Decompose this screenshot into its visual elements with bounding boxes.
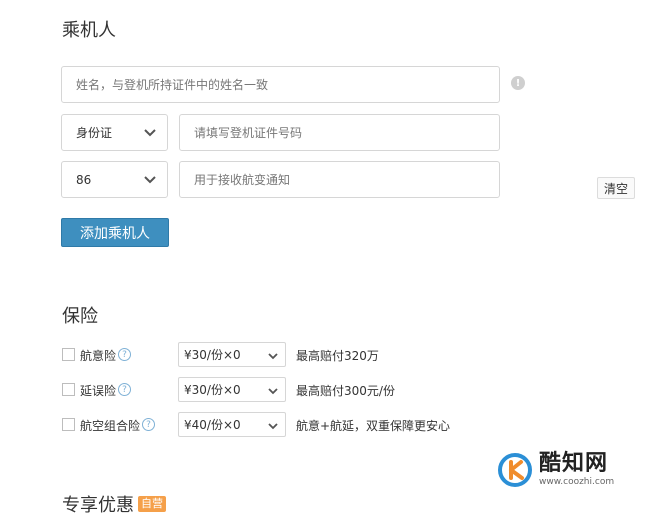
id-number-input[interactable]: 请填写登机证件号码: [179, 114, 500, 151]
phone-input[interactable]: 用于接收航变通知: [179, 161, 500, 198]
id-number-placeholder: 请填写登机证件号码: [194, 126, 303, 140]
offer-title-text: 专享优惠: [62, 495, 134, 516]
insurance-option: ¥30/份×0: [184, 348, 241, 362]
question-icon[interactable]: ?: [118, 383, 131, 396]
question-icon[interactable]: ?: [142, 418, 155, 431]
id-type-value: 身份证: [76, 126, 113, 140]
name-placeholder: 姓名，与登机所持证件中的姓名一致: [76, 78, 269, 92]
add-passenger-button[interactable]: 添加乘机人: [61, 218, 169, 247]
delay-quantity-select[interactable]: ¥30/份×0: [178, 377, 286, 402]
insurance-option: ¥30/份×0: [184, 383, 241, 397]
chevron-down-icon: [144, 129, 156, 137]
delay-checkbox[interactable]: [62, 383, 75, 396]
insurance-section-title: 保险: [62, 306, 98, 327]
chevron-down-icon: [268, 353, 278, 360]
insurance-row-delay: 延误险 ? ¥30/份×0 最高赔付300元/份: [61, 377, 481, 403]
watermark-brand: 酷知网: [539, 451, 609, 476]
accident-quantity-select[interactable]: ¥30/份×0: [178, 342, 286, 367]
coozhi-logo-icon: [498, 453, 532, 487]
info-icon[interactable]: !: [511, 76, 525, 90]
question-icon[interactable]: ?: [118, 348, 131, 361]
insurance-desc: 航意+航延，双重保障更安心: [296, 419, 451, 433]
passenger-section-title: 乘机人: [62, 20, 116, 41]
insurance-name: 延误险: [80, 384, 117, 398]
chevron-down-icon: [268, 423, 278, 430]
phone-placeholder: 用于接收航变通知: [194, 173, 291, 187]
watermark-text: 酷知网 www.coozhi.com: [539, 452, 614, 488]
insurance-desc: 最高赔付300元/份: [296, 384, 395, 398]
watermark-url: www.coozhi.com: [539, 477, 615, 487]
id-type-select[interactable]: 身份证: [61, 114, 168, 151]
insurance-name: 航意险: [80, 349, 117, 363]
accident-checkbox[interactable]: [62, 348, 75, 361]
insurance-desc: 最高赔付320万: [296, 349, 379, 363]
self-operated-badge: 自营: [138, 496, 166, 512]
insurance-name: 航空组合险: [80, 419, 141, 433]
combo-quantity-select[interactable]: ¥40/份×0: [178, 412, 286, 437]
country-code-value: 86: [76, 172, 92, 187]
clear-button[interactable]: 清空: [597, 177, 635, 199]
combo-checkbox[interactable]: [62, 418, 75, 431]
insurance-row-combo: 航空组合险 ? ¥40/份×0 航意+航延，双重保障更安心: [61, 412, 481, 438]
passenger-name-input[interactable]: 姓名，与登机所持证件中的姓名一致: [61, 66, 500, 103]
insurance-row-accident: 航意险 ? ¥30/份×0 最高赔付320万: [61, 342, 481, 368]
watermark: 酷知网 www.coozhi.com: [497, 447, 647, 493]
offer-section-title: 专享优惠 自营: [62, 491, 166, 517]
country-code-select[interactable]: 86: [61, 161, 168, 198]
chevron-down-icon: [144, 176, 156, 184]
insurance-option: ¥40/份×0: [184, 418, 241, 432]
chevron-down-icon: [268, 388, 278, 395]
